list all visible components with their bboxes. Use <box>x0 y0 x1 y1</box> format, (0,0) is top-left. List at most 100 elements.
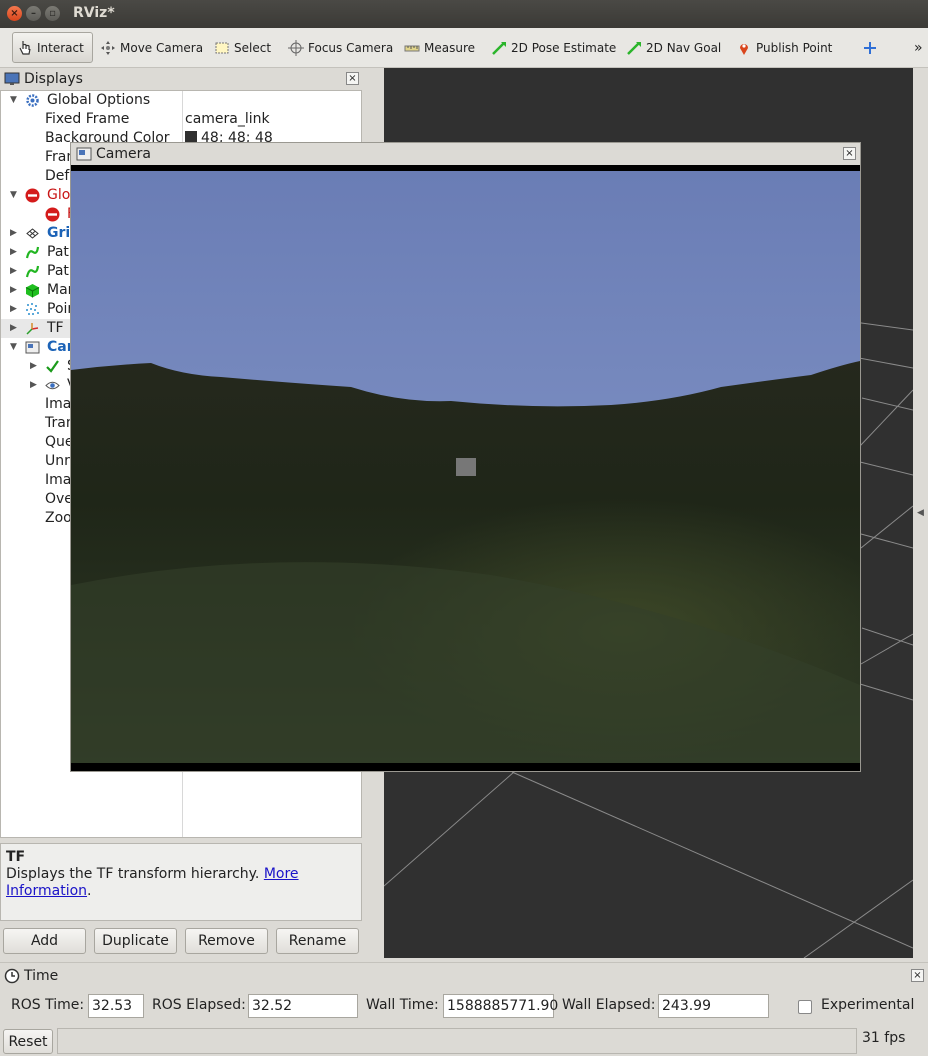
reset-button[interactable]: Reset <box>3 1029 53 1054</box>
collapse-arrow-icon[interactable]: ▶ <box>10 243 17 262</box>
green-arrow-icon <box>626 40 642 56</box>
green-arrow-icon <box>491 40 507 56</box>
nav-goal-tool-button[interactable]: 2D Nav Goal <box>622 32 725 63</box>
nav-goal-tool-label: 2D Nav Goal <box>646 40 722 55</box>
marker-cube-icon <box>25 283 40 298</box>
displays-panel-title: Displays <box>24 71 83 87</box>
point-cloud-icon <box>25 302 40 317</box>
collapse-left-arrow-icon[interactable]: ◀ <box>917 508 924 518</box>
ros-elapsed-field[interactable]: 32.52 <box>248 994 358 1018</box>
interact-tool-button[interactable]: Interact <box>12 32 93 63</box>
time-panel: Time × ROS Time: 32.53 ROS Elapsed: 32.5… <box>0 962 928 1026</box>
wall-time-field[interactable]: 1588885771.90 <box>443 994 558 1018</box>
expand-arrow-icon[interactable]: ▼ <box>10 186 17 205</box>
collapse-arrow-icon[interactable]: ▶ <box>30 376 37 395</box>
expand-arrow-icon[interactable]: ▼ <box>10 91 17 110</box>
status-message-area <box>57 1028 857 1054</box>
wall-elapsed-label: Wall Elapsed: <box>562 997 656 1013</box>
add-tool-button[interactable] <box>858 32 886 63</box>
collapse-arrow-icon[interactable]: ▶ <box>10 281 17 300</box>
tree-row-label: Global Options <box>47 92 151 108</box>
displays-panel-header: Displays × <box>0 68 362 90</box>
description-text: Displays the TF transform hierarchy. <box>6 866 264 882</box>
duplicate-display-button[interactable]: Duplicate <box>94 928 177 954</box>
collapse-arrow-icon[interactable]: ▶ <box>10 300 17 319</box>
hand-pointer-icon <box>17 40 33 56</box>
toolbar: Interact Move Camera Select Focus Camera… <box>0 28 928 68</box>
time-panel-header: Time <box>4 968 58 984</box>
eye-icon <box>45 378 60 393</box>
description-title: TF <box>6 849 26 865</box>
collapse-arrow-icon[interactable]: ▶ <box>30 357 37 376</box>
title-bar: × – ▫ RViz* <box>0 0 928 28</box>
remove-display-button[interactable]: Remove <box>185 928 268 954</box>
collapse-arrow-icon[interactable]: ▶ <box>10 224 17 243</box>
monitor-icon <box>4 71 20 87</box>
focus-camera-tool-button[interactable]: Focus Camera <box>284 32 397 63</box>
interact-tool-label: Interact <box>37 40 84 55</box>
measure-tool-button[interactable]: Measure <box>400 32 479 63</box>
move-camera-tool-label: Move Camera <box>120 40 204 55</box>
fixed-frame-value[interactable]: camera_link <box>185 110 270 129</box>
map-pin-icon <box>736 40 752 56</box>
tf-axes-icon <box>25 321 40 336</box>
error-icon <box>25 188 40 203</box>
rename-display-button[interactable]: Rename <box>276 928 359 954</box>
camera-panel-header: Camera × <box>71 143 860 165</box>
display-description: TF Displays the TF transform hierarchy. … <box>0 843 362 921</box>
publish-point-tool-button[interactable]: Publish Point <box>732 32 836 63</box>
pose-estimate-tool-button[interactable]: 2D Pose Estimate <box>487 32 620 63</box>
tree-row-label: Zoo <box>45 510 72 526</box>
select-tool-label: Select <box>234 40 272 55</box>
camera-icon <box>76 146 92 162</box>
ros-elapsed-label: ROS Elapsed: <box>152 997 246 1013</box>
camera-panel-close-button[interactable]: × <box>843 147 856 160</box>
time-panel-title: Time <box>24 968 59 984</box>
status-bar: Reset 31 fps <box>0 1026 928 1056</box>
information-link[interactable]: Information <box>6 883 87 899</box>
collapse-arrow-icon[interactable]: ▶ <box>10 319 17 338</box>
experimental-checkbox[interactable] <box>798 1000 812 1014</box>
error-icon <box>45 207 60 222</box>
tree-row-global-options[interactable]: ▼ Global Options <box>1 91 361 110</box>
tree-row-label: TF <box>47 320 64 336</box>
add-display-button[interactable]: Add <box>3 928 86 954</box>
displays-panel-close-button[interactable]: × <box>346 72 359 85</box>
tree-row-label: Glo <box>47 187 71 203</box>
more-link[interactable]: More <box>264 866 299 882</box>
select-box-icon <box>214 40 230 56</box>
camera-panel-title: Camera <box>96 146 151 162</box>
expand-arrow-icon[interactable]: ▼ <box>10 338 17 357</box>
close-window-button[interactable]: × <box>7 6 22 21</box>
tree-row-fixed-frame[interactable]: Fixed Frame camera_link <box>1 110 361 129</box>
crosshair-icon <box>288 39 304 56</box>
clock-icon <box>4 968 20 984</box>
fps-indicator: 31 fps <box>862 1030 906 1046</box>
camera-panel: Camera × <box>70 142 861 772</box>
select-tool-button[interactable]: Select <box>210 32 275 63</box>
maximize-window-button[interactable]: ▫ <box>45 6 60 21</box>
collapse-arrow-icon[interactable]: ▶ <box>10 262 17 281</box>
wall-time-label: Wall Time: <box>366 997 439 1013</box>
tree-row-label: Ove <box>45 491 73 507</box>
checkmark-icon <box>45 359 60 374</box>
window-title: RViz* <box>73 5 115 21</box>
ros-time-label: ROS Time: <box>11 997 85 1013</box>
path-icon <box>25 245 40 260</box>
camera-image-view[interactable] <box>71 165 860 771</box>
description-suffix: . <box>87 883 92 899</box>
camera-icon <box>25 340 40 355</box>
ruler-icon <box>404 40 420 56</box>
minimize-window-button[interactable]: – <box>26 6 41 21</box>
focus-camera-tool-label: Focus Camera <box>308 40 394 55</box>
time-panel-close-button[interactable]: × <box>911 969 924 982</box>
wall-elapsed-field[interactable]: 243.99 <box>658 994 769 1018</box>
path-icon <box>25 264 40 279</box>
right-panel-collapse-bar[interactable]: ◀ <box>913 68 928 958</box>
grid-icon <box>25 226 40 241</box>
move-camera-tool-button[interactable]: Move Camera <box>96 32 207 63</box>
ros-time-field[interactable]: 32.53 <box>88 994 144 1018</box>
toolbar-overflow-button[interactable]: » <box>910 32 927 63</box>
measure-tool-label: Measure <box>424 40 475 55</box>
plus-icon <box>862 40 878 56</box>
